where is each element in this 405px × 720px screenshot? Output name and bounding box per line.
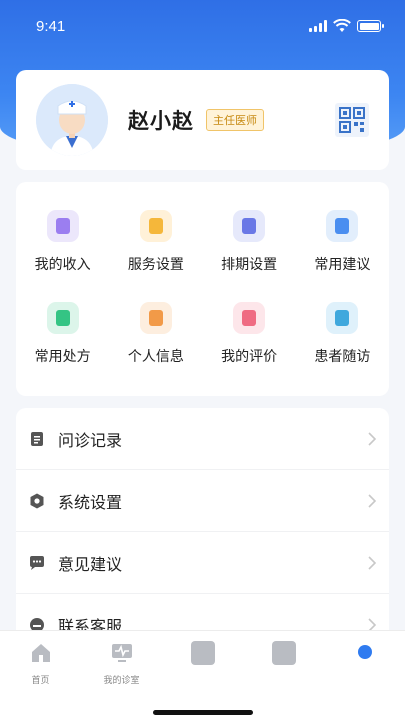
battery-icon — [357, 20, 384, 32]
title-badge: 主任医师 — [206, 109, 264, 131]
chevron-right-icon — [368, 555, 377, 570]
grid-item[interactable]: 常用建议 — [296, 196, 389, 288]
tab-icon-3 — [190, 641, 215, 665]
menu-row-label: 意见建议 — [58, 554, 123, 574]
calendar-icon — [233, 210, 266, 242]
grid-item-label: 患者随访 — [314, 349, 371, 365]
service-icon — [139, 210, 172, 242]
function-grid: 我的收入 服务设置 排期设置 常用建议常用处方 个人信息 我的评价 患者随访 — [16, 182, 389, 396]
followup-icon — [326, 302, 359, 334]
grid-item-label: 常用处方 — [34, 349, 91, 365]
doctor-name: 赵小赵 — [128, 109, 194, 133]
grid-item[interactable]: 我的评价 — [203, 288, 296, 380]
menu-row[interactable]: 系统设置 — [16, 470, 389, 532]
tab-label: 首页 — [31, 676, 50, 686]
review-icon — [233, 302, 266, 334]
grid-item-label: 常用建议 — [314, 257, 371, 273]
tab-item[interactable] — [243, 631, 324, 720]
wifi-icon — [333, 19, 351, 32]
doctor-avatar-icon[interactable] — [36, 84, 108, 156]
record-icon — [31, 431, 43, 446]
grid-item-label: 我的收入 — [34, 257, 91, 273]
prescription-icon — [46, 302, 79, 334]
grid-item-label: 个人信息 — [127, 349, 184, 365]
chevron-right-icon — [368, 431, 377, 446]
chevron-right-icon — [368, 493, 377, 508]
grid-item[interactable]: 个人信息 — [109, 288, 202, 380]
chat-icon — [326, 210, 359, 242]
home-indicator — [153, 710, 253, 715]
grid-item[interactable]: 患者随访 — [296, 288, 389, 380]
menu-row-label: 问诊记录 — [58, 430, 123, 450]
tab-item[interactable]: 首页 — [0, 631, 81, 720]
tab-icon-4 — [271, 641, 296, 665]
tab-label: 我的诊室 — [103, 676, 140, 686]
menu-row-label: 系统设置 — [58, 492, 123, 512]
profile-card[interactable]: 赵小赵 主任医师 — [16, 70, 389, 170]
tab-item[interactable]: 我的诊室 — [81, 631, 162, 720]
tab-icon-5 — [357, 645, 372, 659]
grid-item[interactable]: 常用处方 — [16, 288, 109, 380]
grid-item[interactable]: 排期设置 — [203, 196, 296, 288]
feedback-icon — [30, 555, 44, 570]
grid-item-label: 排期设置 — [221, 257, 278, 273]
profile-card-icon — [139, 302, 172, 334]
income-icon — [46, 210, 79, 242]
settings-icon — [30, 493, 44, 508]
grid-item[interactable]: 我的收入 — [16, 196, 109, 288]
menu-row[interactable]: 问诊记录 — [16, 408, 389, 470]
tab-item[interactable] — [162, 631, 243, 720]
grid-item-label: 服务设置 — [127, 257, 184, 273]
menu-list: 问诊记录 系统设置 意见建议 联系客服 — [16, 408, 389, 640]
home-icon — [31, 644, 50, 662]
status-bar: 9:41 — [0, 0, 405, 52]
tab-bar: 首页 我的诊室 — [0, 630, 405, 720]
grid-item-label: 我的评价 — [221, 349, 278, 365]
menu-row[interactable]: 意见建议 — [16, 532, 389, 594]
qr-code-icon[interactable] — [335, 103, 369, 137]
clinic-icon — [111, 644, 132, 662]
status-time: 9:41 — [36, 17, 66, 35]
status-icons — [309, 19, 384, 33]
tab-item[interactable] — [324, 631, 405, 720]
grid-item[interactable]: 服务设置 — [109, 196, 202, 288]
signal-icon — [309, 20, 327, 32]
